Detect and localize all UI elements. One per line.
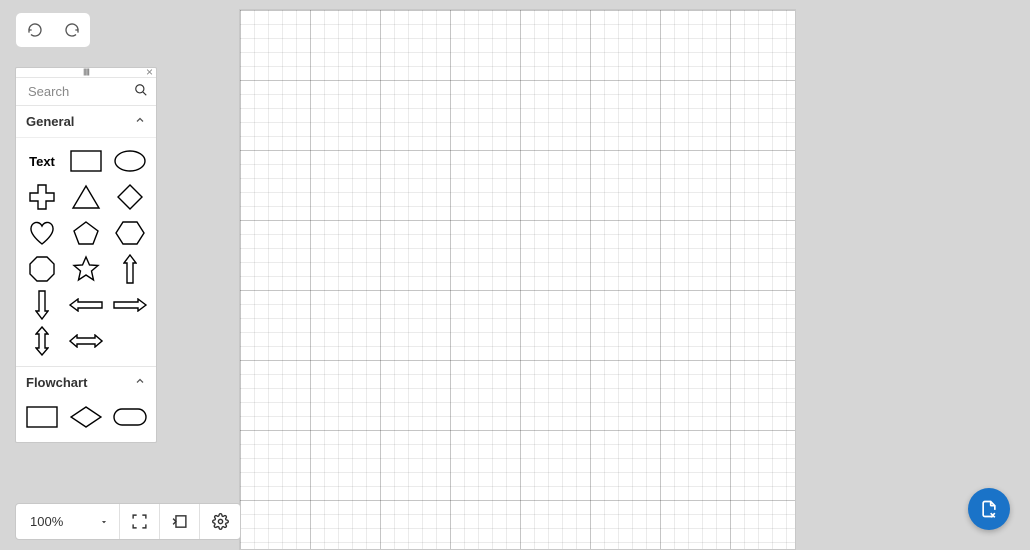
shape-pentagon[interactable]: [66, 218, 106, 248]
ellipse-icon: [114, 150, 146, 172]
fullscreen-button[interactable]: [120, 504, 160, 539]
shape-terminator[interactable]: [110, 402, 150, 432]
shape-text[interactable]: Text: [22, 146, 62, 176]
edit-fab[interactable]: [968, 488, 1010, 530]
arrow-left-icon: [69, 298, 103, 312]
drawing-canvas[interactable]: [239, 9, 796, 550]
undo-redo-toolbar: [15, 12, 91, 48]
star-icon: [72, 255, 100, 283]
octagon-icon: [28, 255, 56, 283]
hexagon-icon: [114, 220, 146, 246]
diamond-icon: [116, 183, 144, 211]
redo-icon: [64, 22, 80, 38]
close-icon[interactable]: ×: [146, 66, 153, 78]
triangle-icon: [71, 184, 101, 210]
shapes-panel: ||||||| × General Text: [15, 67, 157, 443]
arrow-right-icon: [113, 298, 147, 312]
shape-octagon[interactable]: [22, 254, 62, 284]
shapes-search: [16, 78, 156, 106]
settings-button[interactable]: [200, 504, 240, 539]
rectangle-icon: [70, 150, 102, 172]
search-input[interactable]: [26, 83, 134, 100]
flowchart-shapes-grid: [16, 398, 156, 442]
redo-button[interactable]: [61, 19, 83, 41]
caret-down-icon: [99, 517, 109, 527]
gear-icon: [212, 513, 229, 530]
search-icon[interactable]: [134, 83, 148, 100]
shape-cross[interactable]: [22, 182, 62, 212]
shape-heart[interactable]: [22, 218, 62, 248]
shape-arrow-up[interactable]: [110, 254, 150, 284]
drag-handle-icon: |||||||: [83, 69, 89, 76]
shape-arrow-right[interactable]: [110, 290, 150, 320]
section-general-title: General: [26, 114, 74, 129]
arrow-down-icon: [35, 290, 49, 320]
panel-drag-handle[interactable]: ||||||| ×: [16, 68, 156, 78]
fit-button[interactable]: [160, 504, 200, 539]
chevron-up-icon: [134, 114, 146, 129]
shape-arrow-left[interactable]: [66, 290, 106, 320]
shape-triangle[interactable]: [66, 182, 106, 212]
general-shapes-grid: Text: [16, 138, 156, 367]
section-flowchart-header[interactable]: Flowchart: [16, 367, 156, 398]
decision-icon: [70, 406, 102, 428]
shape-arrow-leftright[interactable]: [66, 326, 106, 356]
shape-rectangle[interactable]: [66, 146, 106, 176]
heart-icon: [28, 220, 56, 246]
zoom-value: 100%: [30, 514, 63, 529]
arrow-leftright-icon: [69, 334, 103, 348]
fullscreen-icon: [131, 513, 148, 530]
terminator-icon: [113, 408, 147, 426]
chevron-up-icon: [134, 375, 146, 390]
cross-icon: [28, 183, 56, 211]
process-icon: [26, 406, 58, 428]
shape-arrow-updown[interactable]: [22, 326, 62, 356]
edit-note-icon: [979, 499, 999, 519]
shape-ellipse[interactable]: [110, 146, 150, 176]
arrow-up-icon: [123, 254, 137, 284]
section-general-header[interactable]: General: [16, 106, 156, 138]
footer-toolbar: 100%: [15, 503, 241, 540]
shape-process[interactable]: [22, 402, 62, 432]
shape-arrow-down[interactable]: [22, 290, 62, 320]
shape-hexagon[interactable]: [110, 218, 150, 248]
shape-empty: [110, 326, 150, 356]
fit-icon: [171, 513, 188, 530]
pentagon-icon: [72, 220, 100, 246]
shape-star[interactable]: [66, 254, 106, 284]
undo-icon: [27, 22, 43, 38]
shape-decision[interactable]: [66, 402, 106, 432]
undo-button[interactable]: [24, 19, 46, 41]
zoom-dropdown[interactable]: 100%: [16, 504, 120, 539]
shape-diamond[interactable]: [110, 182, 150, 212]
section-flowchart-title: Flowchart: [26, 375, 87, 390]
arrow-updown-icon: [35, 326, 49, 356]
